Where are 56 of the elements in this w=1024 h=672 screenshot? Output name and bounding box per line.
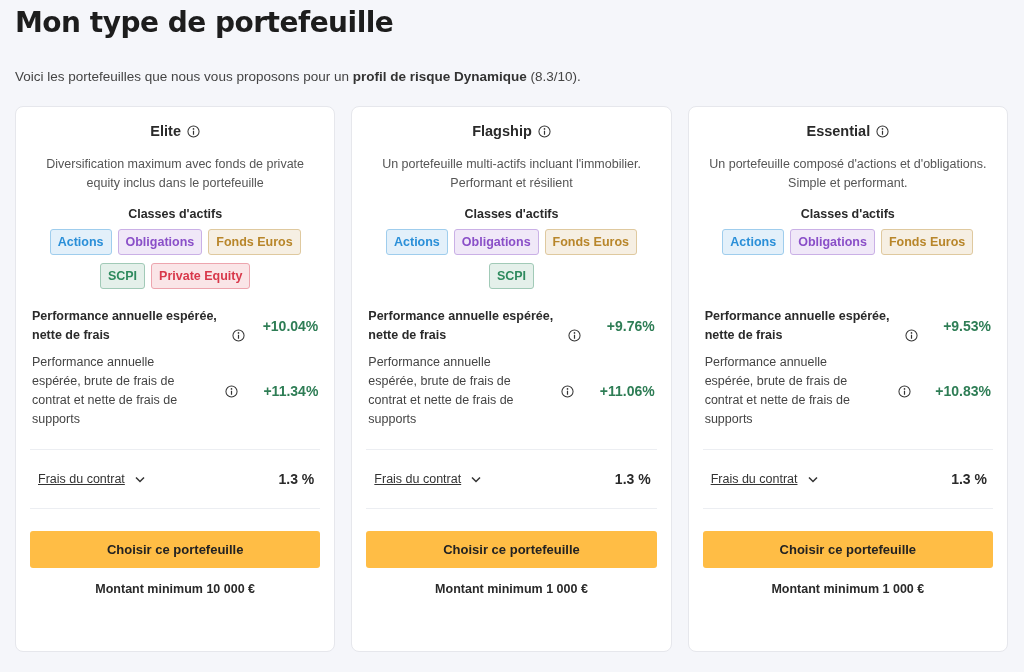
page-title: Mon type de portefeuille <box>15 6 395 39</box>
info-icon[interactable] <box>561 384 575 398</box>
asset-classes-title: Classes d'actifs <box>127 207 224 221</box>
portfolio-description: Diversification maximum avec fonds de private equity inclus dans le portefeuille <box>45 156 306 192</box>
contract-fees-value: 1.3 % <box>278 471 315 487</box>
net-performance-value: +9.53% <box>943 318 991 334</box>
asset-classes-title: Classes d'actifs <box>463 207 560 221</box>
net-performance-label: Performance annuelle espérée, nette de frais <box>32 308 218 344</box>
contract-fees-value: 1.3 % <box>951 471 987 487</box>
contract-fees-toggle[interactable]: Frais du contrat <box>374 472 482 486</box>
asset-tag: Fonds Euros <box>880 229 974 255</box>
net-performance-value: +9.76% <box>606 318 655 334</box>
asset-tag: Obligations <box>790 229 875 255</box>
portfolio-name: Essential <box>806 123 871 139</box>
choose-portfolio-button[interactable]: Choisir ce portefeuille <box>366 531 657 568</box>
asset-classes-title: Classes d'actifs <box>799 207 896 221</box>
asset-tag: Fonds Euros <box>544 229 637 255</box>
asset-tag: Private Equity <box>151 263 251 289</box>
contract-fees-value: 1.3 % <box>614 471 651 487</box>
info-icon[interactable] <box>232 329 245 342</box>
asset-tag: Actions <box>49 229 112 255</box>
asset-tag: SCPI <box>99 263 146 289</box>
choose-portfolio-button[interactable]: Choisir ce portefeuille <box>30 531 321 568</box>
gross-performance-label: Performance annuelle espérée, brute de frais de contrat et nette de frais de supports <box>704 354 851 428</box>
gross-performance-value: +11.06% <box>599 383 655 399</box>
minimum-amount: Montant minimum 1 000 € <box>770 582 926 596</box>
gross-performance-label: Performance annuelle espérée, brute de frais de contrat et nette de frais de supports <box>32 354 179 428</box>
choose-portfolio-button[interactable]: Choisir ce portefeuille <box>702 531 993 568</box>
gross-performance-value: +11.34% <box>263 383 319 399</box>
info-icon[interactable] <box>876 124 890 138</box>
asset-tag: Obligations <box>117 229 203 255</box>
portfolio-name: Flagship <box>472 123 532 139</box>
asset-tag: Actions <box>386 229 448 255</box>
net-performance-value: +10.04% <box>262 318 319 334</box>
minimum-amount: Montant minimum 1 000 € <box>434 582 589 596</box>
asset-tag: SCPI <box>488 263 535 289</box>
minimum-amount: Montant minimum 10 000 € <box>94 582 257 596</box>
net-performance-label: Performance annuelle espérée, nette de frais <box>368 308 555 344</box>
portfolio-description: Un portefeuille multi-actifs incluant l'immobilier. Performant et résilient <box>381 156 642 192</box>
contract-fees-toggle[interactable]: Frais du contrat <box>710 472 818 486</box>
gross-performance-label: Performance annuelle espérée, brute de frais de contrat et nette de frais de supports <box>368 354 515 428</box>
portfolio-description: Un portefeuille composé d'actions et d'obligations. Simple et performant. <box>708 156 988 192</box>
asset-tag: Obligations <box>453 229 539 255</box>
net-performance-label: Performance annuelle espérée, nette de frais <box>704 308 891 344</box>
info-icon[interactable] <box>225 384 238 398</box>
info-icon[interactable] <box>897 384 911 398</box>
info-icon[interactable] <box>186 124 200 138</box>
info-icon[interactable] <box>904 329 918 342</box>
contract-fees-toggle[interactable]: Frais du contrat <box>38 472 145 486</box>
intro-text: Voici les portefeuilles que nous vous proposons pour un profil de risque Dynamique (8.3/10). <box>15 69 582 84</box>
info-icon[interactable] <box>568 329 582 342</box>
asset-tag: Fonds Euros <box>208 229 301 255</box>
info-icon[interactable] <box>537 124 551 138</box>
portfolio-name: Elite <box>150 123 181 139</box>
asset-tag: Actions <box>722 229 785 255</box>
gross-performance-value: +10.83% <box>935 383 991 399</box>
